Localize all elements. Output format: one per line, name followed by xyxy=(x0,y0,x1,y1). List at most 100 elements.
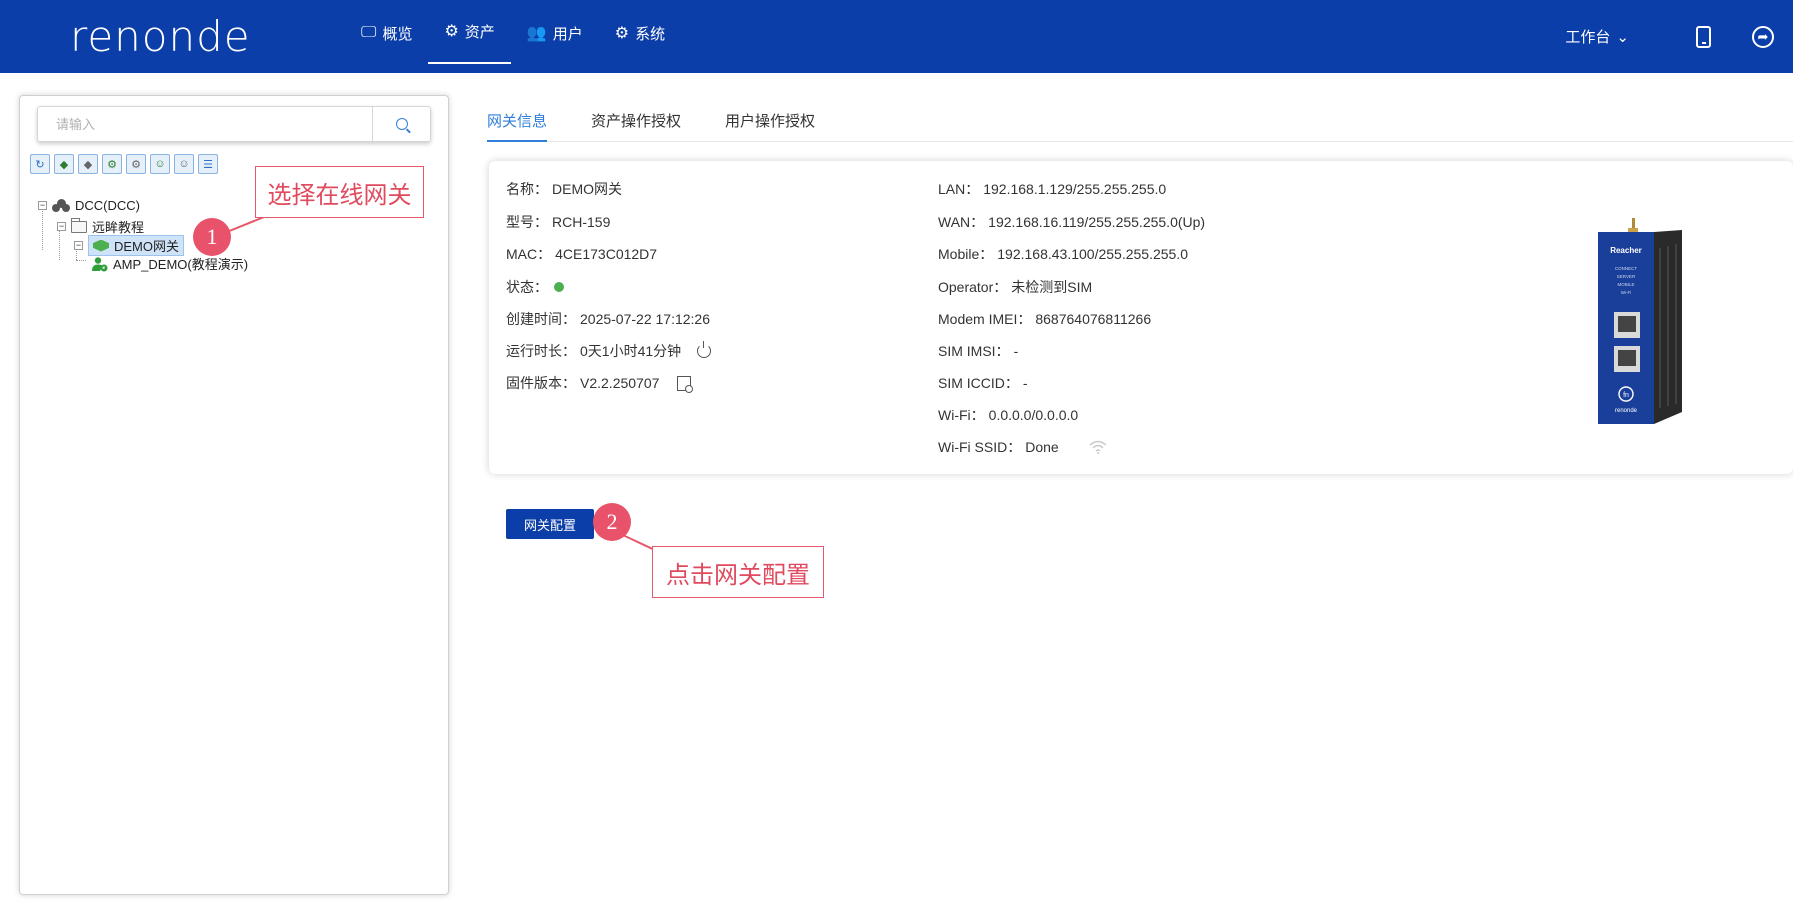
info-wifi-ssid: Wi-Fi SSID： Done xyxy=(938,437,1107,457)
nav-label: 概览 xyxy=(382,25,413,43)
tree-node-label: DCC(DCC) xyxy=(75,198,140,213)
gateway-settings-icon[interactable]: ⚙ xyxy=(126,154,146,174)
tab-gateway-info[interactable]: 网关信息 xyxy=(487,100,548,142)
info-label: 创建时间： xyxy=(506,311,576,327)
svg-text:renonde: renonde xyxy=(1615,408,1638,414)
users-group-icon[interactable]: ☺ xyxy=(150,154,170,174)
step-badge-2: 2 xyxy=(593,503,631,541)
nav-overview[interactable]: 🖵 概览 xyxy=(345,0,428,66)
info-sim-imsi: SIM IMSI： - xyxy=(938,341,1018,361)
tree-node-label: AMP_DEMO(教程演示) xyxy=(113,257,249,272)
workbench-dropdown[interactable]: 工作台 ⌄ xyxy=(1565,26,1629,47)
info-sim-iccid: SIM ICCID： - xyxy=(938,373,1028,393)
info-value: DEMO网关 xyxy=(552,181,622,197)
cogs-icon: ⚙ xyxy=(444,23,459,40)
mobile-button[interactable] xyxy=(1673,0,1733,73)
header-right: 工作台 ⌄ ➦ xyxy=(1565,0,1793,73)
tree-node-label: 远眸教程 xyxy=(92,220,145,235)
info-value: 2025-07-22 17:12:26 xyxy=(580,311,710,327)
info-label: LAN： xyxy=(938,181,980,197)
list-icon[interactable]: ☰ xyxy=(198,154,218,174)
info-wifi: Wi-Fi： 0.0.0.0/0.0.0.0 xyxy=(938,405,1078,425)
share-button[interactable]: ➦ xyxy=(1733,0,1793,73)
tab-user-permissions[interactable]: 用户操作授权 xyxy=(725,100,815,142)
info-value: 0天1小时41分钟 xyxy=(580,343,682,359)
collapse-toggle[interactable]: − xyxy=(74,241,83,250)
info-value: 192.168.16.119/255.255.255.0(Up) xyxy=(988,214,1206,230)
folder-icon xyxy=(71,217,87,233)
info-operator: Operator： 未检测到SIM xyxy=(938,277,1092,297)
users-icon[interactable]: ☺ xyxy=(174,154,194,174)
tree-node-device[interactable]: AMP_DEMO(教程演示) xyxy=(92,254,248,273)
info-mobile: Mobile： 192.168.43.100/255.255.255.0 xyxy=(938,244,1188,264)
svg-text:SERVER: SERVER xyxy=(1617,274,1636,279)
info-label: SIM IMSI： xyxy=(938,343,1010,359)
tree-node-folder[interactable]: − 远眸教程 xyxy=(57,217,144,236)
info-label: 状态： xyxy=(506,279,548,295)
info-name: 名称： DEMO网关 xyxy=(506,179,622,199)
info-label: Wi-Fi： xyxy=(938,407,985,423)
gateway-config-icon[interactable]: ⚙ xyxy=(102,154,122,174)
firmware-search-icon[interactable] xyxy=(677,375,694,393)
top-navbar: renonde 🖵 概览 ⚙ 资产 👥 用户 ⚙ 系统 工作台 ⌄ ➦ xyxy=(0,0,1793,73)
nav-assets[interactable]: ⚙ 资产 xyxy=(428,0,511,64)
svg-text:MOBILE: MOBILE xyxy=(1617,282,1634,287)
nav-system[interactable]: ⚙ 系统 xyxy=(599,0,681,66)
info-created: 创建时间： 2025-07-22 17:12:26 xyxy=(506,309,710,329)
collapse-toggle[interactable]: − xyxy=(38,201,47,210)
info-value: Done xyxy=(1025,439,1059,455)
gateway-config-button[interactable]: 网关配置 xyxy=(506,509,594,539)
gear-icon: ⚙ xyxy=(614,25,630,42)
info-value: 0.0.0.0/0.0.0.0 xyxy=(988,407,1079,423)
info-label: Operator： xyxy=(938,279,1008,295)
info-value: 192.168.1.129/255.255.255.0 xyxy=(983,181,1167,197)
tree-node-label: DEMO网关 xyxy=(114,239,180,254)
info-value: 未检测到SIM xyxy=(1011,279,1093,295)
info-mac: MAC： 4CE173C012D7 xyxy=(506,244,657,264)
nav-users[interactable]: 👥 用户 xyxy=(511,0,599,66)
info-value: V2.2.250707 xyxy=(580,375,660,391)
svg-text:fn: fn xyxy=(1623,392,1629,399)
info-label: 固件版本： xyxy=(506,375,576,391)
svg-text:CONNECT: CONNECT xyxy=(1615,266,1638,271)
info-label: Wi-Fi SSID： xyxy=(938,439,1022,455)
online-status-dot xyxy=(554,282,564,292)
main-nav: 🖵 概览 ⚙ 资产 👥 用户 ⚙ 系统 xyxy=(345,0,681,73)
mobile-phone-icon xyxy=(1695,25,1711,48)
share-icon: ➦ xyxy=(1752,25,1774,48)
info-value: - xyxy=(1022,375,1028,391)
info-label: 名称： xyxy=(506,181,548,197)
selected-node[interactable]: DEMO网关 xyxy=(88,235,185,256)
refresh-icon[interactable]: ↻ xyxy=(30,154,50,174)
offline-gateway-icon[interactable]: ◆ xyxy=(78,154,98,174)
user-online-icon xyxy=(92,256,108,271)
monitor-icon: 🖵 xyxy=(361,24,377,41)
online-gateway-icon[interactable]: ◆ xyxy=(54,154,74,174)
tab-asset-permissions[interactable]: 资产操作授权 xyxy=(591,100,681,142)
chevron-down-icon: ⌄ xyxy=(1616,28,1629,46)
callout-select-gateway: 选择在线网关 xyxy=(255,166,424,218)
info-label: Mobile： xyxy=(938,246,994,262)
info-label: MAC： xyxy=(506,246,552,262)
svg-text:Wi-Fi: Wi-Fi xyxy=(1621,290,1632,295)
info-status: 状态： xyxy=(506,277,564,297)
brand-logo[interactable]: renonde xyxy=(70,12,251,61)
gateway-icon xyxy=(93,239,109,252)
tree-node-dcc[interactable]: − DCC(DCC) xyxy=(38,198,140,213)
info-value: 4CE173C012D7 xyxy=(555,246,658,262)
info-firmware: 固件版本： V2.2.250707 xyxy=(506,373,694,393)
info-value: 192.168.43.100/255.255.255.0 xyxy=(997,246,1188,262)
info-label: SIM ICCID： xyxy=(938,375,1019,391)
collapse-toggle[interactable]: − xyxy=(57,222,66,231)
info-label: WAN： xyxy=(938,214,985,230)
nav-label: 资产 xyxy=(464,23,495,41)
search-button[interactable] xyxy=(372,107,430,141)
tree-node-gateway[interactable]: − DEMO网关 xyxy=(74,235,185,256)
users-icon: 👥 xyxy=(526,25,547,42)
detail-tabs: 网关信息 资产操作授权 用户操作授权 xyxy=(487,100,1793,142)
callout-click-config: 点击网关配置 xyxy=(652,546,824,598)
info-uptime: 运行时长： 0天1小时41分钟 xyxy=(506,341,712,361)
tree-toolbar: ↻ ◆ ◆ ⚙ ⚙ ☺ ☺ ☰ xyxy=(30,154,218,174)
power-icon[interactable] xyxy=(697,341,712,358)
search-input[interactable] xyxy=(38,107,372,141)
